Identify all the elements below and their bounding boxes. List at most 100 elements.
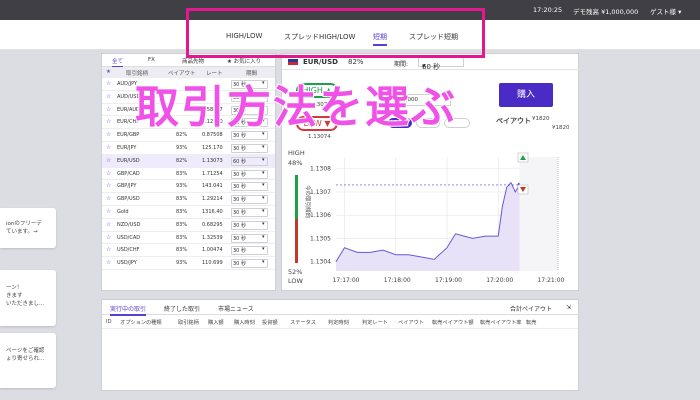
buy-label: 購入	[516, 90, 535, 100]
star-icon[interactable]: ☆	[106, 246, 111, 253]
sentiment-low-bar	[295, 219, 298, 263]
asset-period: 30 秒	[233, 209, 246, 216]
asset-payout: 82%	[176, 157, 188, 164]
asset-payout: 83%	[176, 208, 188, 215]
star-icon[interactable]: ☆	[106, 221, 111, 228]
highlight-box	[186, 8, 485, 58]
asset-payout: 83%	[176, 247, 188, 254]
star-icon[interactable]: ☆	[106, 93, 111, 100]
chevron-down-icon: ▾	[262, 220, 265, 227]
trades-panel: 実行中の取引 終了した取引 市場ニュース 合計ペイアウト ⇲ ID オプションの種…	[101, 299, 579, 391]
asset-row[interactable]: ☆ USD/JPY 93% 110.699 30 秒 ▾	[102, 257, 275, 270]
asset-rate: 1.00474	[202, 247, 223, 254]
news-text: いただきまし...	[6, 301, 45, 307]
asset-pair: EUR/JPY	[117, 144, 137, 151]
user-menu[interactable]: ゲスト様 ▾	[650, 6, 681, 16]
news-card-1[interactable]: ionのフリーデ ています。→	[0, 208, 56, 248]
asset-row[interactable]: ☆ GBP/USD 83% 1.29214 30 秒 ▾	[102, 193, 275, 206]
news-text: ページをご確認	[6, 348, 45, 354]
asset-rate: 125.170	[202, 144, 223, 151]
star-icon[interactable]: ☆	[106, 208, 111, 215]
trade-pair: EUR/USD	[303, 58, 338, 66]
period-select[interactable]: 60 秒 ▾	[418, 57, 464, 71]
news-text: ionのフリーデ	[6, 221, 42, 227]
buy-button[interactable]: 購入	[499, 83, 553, 107]
news-card-2[interactable]: ーン！ きます いただきまし...	[0, 270, 56, 326]
star-icon[interactable]: ☆	[106, 144, 111, 151]
asset-row[interactable]: ☆ GBP/CAD 83% 1.71254 30 秒 ▾	[102, 168, 275, 181]
tab-fx[interactable]: FX	[148, 57, 155, 63]
asset-pair: GBP/CAD	[117, 170, 140, 177]
star-icon[interactable]: ☆	[106, 118, 111, 125]
asset-pair: NZD/USD	[117, 221, 141, 228]
column-header: 判定時刻	[328, 320, 349, 326]
export-icon[interactable]: ⇲	[566, 304, 571, 311]
chevron-down-icon: ▾	[262, 182, 265, 189]
asset-row[interactable]: ☆ USD/CHF 83% 1.00474 30 秒 ▾	[102, 244, 275, 258]
tab-closed-trades[interactable]: 終了した取引	[164, 304, 200, 313]
y-tick-label: 1.1304	[310, 259, 331, 266]
asset-pair: USD/CHF	[117, 247, 140, 254]
payout-label: ペイアウト	[496, 117, 531, 125]
x-tick-label: 17:20:00	[486, 277, 513, 284]
asset-period: 30 秒	[233, 197, 246, 204]
x-tick-label: 17:17:00	[333, 277, 360, 284]
star-icon[interactable]: ☆	[106, 234, 111, 241]
asset-row[interactable]: ☆ GBP/JPY 93% 143.041 30 秒 ▾	[102, 180, 275, 194]
asset-rate: 1.32539	[202, 234, 223, 241]
high-percent: 48%	[288, 159, 302, 167]
star-icon[interactable]: ☆	[106, 195, 111, 202]
star-icon[interactable]: ☆	[106, 131, 111, 138]
asset-payout: 93%	[176, 144, 188, 151]
tab-favorites[interactable]: ★ お気に入り	[227, 57, 261, 65]
column-header: 取引銘柄	[178, 320, 199, 326]
chevron-down-icon: ▾	[262, 169, 265, 176]
high-side-label: HIGH	[288, 149, 305, 157]
star-icon[interactable]: ☆	[106, 259, 111, 266]
chevron-down-icon: ▾	[422, 62, 426, 70]
news-text: きます	[6, 293, 23, 299]
column-header: ID	[106, 319, 112, 325]
asset-pair: Gold	[117, 208, 129, 215]
asset-row[interactable]: ☆ EUR/USD 82% 1.13073 60 秒 ▾	[102, 154, 275, 168]
chevron-down-icon: ▾	[262, 143, 265, 150]
star-icon[interactable]: ☆	[106, 182, 111, 189]
column-header: オプションの種類	[120, 320, 162, 326]
asset-period: 30 秒	[233, 145, 246, 152]
asset-period: 60 秒	[233, 158, 246, 165]
star-icon[interactable]: ☆	[106, 157, 111, 164]
star-icon[interactable]: ☆	[106, 170, 111, 177]
asset-row[interactable]: ☆ NZD/USD 83% 0.68295 30 秒 ▾	[102, 219, 275, 232]
chevron-down-icon: ▾	[262, 156, 265, 163]
asset-period: 30 秒	[233, 248, 246, 255]
total-payout-label: 合計ペイアウト	[510, 306, 553, 313]
asset-row[interactable]: ☆ Gold 83% 1316.40 30 秒 ▾	[102, 206, 275, 219]
tab-market-news[interactable]: 市場ニュース	[218, 304, 254, 313]
eur-usd-flag-icon	[288, 59, 298, 65]
news-text: ょり寄せられ...	[6, 356, 45, 362]
chevron-down-icon: ▾	[262, 233, 265, 240]
chevron-down-icon: ▾	[262, 259, 265, 266]
column-header: ペイアウト	[398, 320, 424, 326]
news-card-3[interactable]: ページをご確認 ょり寄せられ...	[0, 333, 56, 388]
y-tick-label: 1.1306	[310, 212, 331, 219]
star-icon[interactable]: ☆	[106, 80, 111, 87]
asset-row[interactable]: ☆ EUR/JPY 93% 125.170 30 秒 ▾	[102, 142, 275, 155]
trade-payout: 82%	[348, 58, 364, 66]
trades-column-headers: ID オプションの種類 取引銘柄 購入額 購入時刻 投資額 ステータス 判定時刻 判定レート ペイ…	[102, 315, 578, 329]
asset-row[interactable]: ☆ USD/CAD 83% 1.32539 30 秒 ▾	[102, 232, 275, 245]
star-icon[interactable]: ☆	[106, 106, 111, 113]
demo-balance: デモ残高 ¥1,000,000	[573, 8, 639, 16]
asset-period: 30 秒	[233, 171, 246, 178]
tab-commodities[interactable]: 商品先物	[182, 57, 204, 65]
sentiment-label: 今の取引傾向	[304, 185, 312, 218]
asset-rate: 1.29214	[202, 196, 223, 203]
asset-pair: USD/JPY	[117, 260, 137, 267]
asset-rate: 143.041	[202, 183, 223, 190]
asset-pair: GBP/JPY	[117, 183, 137, 190]
payout-value: ¥1820	[532, 116, 550, 122]
column-header: 転売ペイアウト額	[432, 320, 474, 326]
asset-rate: 1.71254	[202, 170, 223, 177]
asset-rate: 1.13073	[202, 157, 223, 164]
asset-payout: 93%	[176, 183, 188, 190]
